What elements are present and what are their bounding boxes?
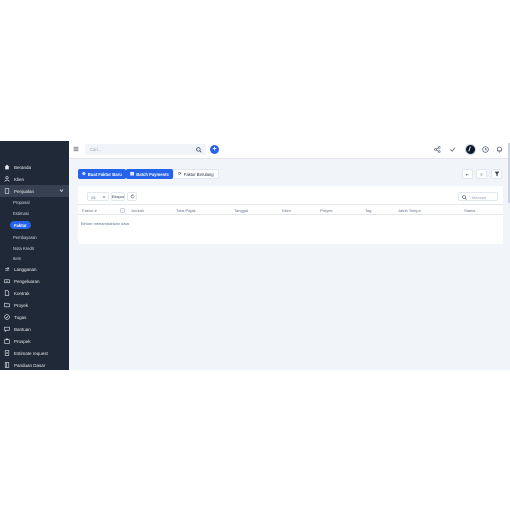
briefcase-icon [3,337,11,345]
sidebar-item-kontrak[interactable]: Kontrak [0,287,69,299]
sidebar-item-label: Kontrak [14,290,30,296]
sidebar: Beranda Klien Penjualan Proposal Estimas… [0,141,69,370]
sidebar-subitem-faktur[interactable]: Faktur [10,221,31,229]
refresh-icon [130,194,134,199]
check-circle-icon [3,313,11,321]
search-icon [462,194,467,200]
sidebar-item-label: Prospek [14,338,31,344]
sidebar-item-label: Panduan Dasar [14,362,46,368]
plus-circle-icon: ⊕ [82,171,86,176]
sidebar-subitem-item[interactable]: Item [13,254,21,263]
refresh-button[interactable] [127,192,137,201]
sidebar-item-bantuan[interactable]: Bantuan [0,323,69,335]
search-placeholder: Cari... [90,147,102,152]
column-header[interactable]: Proyek [320,208,332,213]
sidebar-item-label: Langganan [14,266,37,272]
new-invoice-button[interactable]: ⊕ Buat Faktur Baru [78,169,126,179]
sidebar-item-estimate-request[interactable]: Estimate request [0,347,69,359]
topbar: Cari... + [69,141,510,159]
column-header[interactable]: Klien [282,208,291,213]
sidebar-item-pengeluaran[interactable]: Pengeluaran [0,275,69,287]
bell-icon[interactable] [496,146,503,153]
sidebar-subitem-nota-kredit[interactable]: Nota Kredit [13,244,34,253]
new-invoice-label: Buat Faktur Baru [87,171,122,177]
table-search-placeholder: Mencari [472,195,487,200]
sidebar-item-label: Klien [14,176,25,182]
document-icon: ▤ [130,171,135,176]
recurring-invoice-button[interactable]: ⟳ Faktur Berulang [173,169,219,179]
sidebar-item-beranda[interactable]: Beranda [0,161,69,173]
sidebar-subitem-proposal[interactable]: Proposal [13,198,30,207]
table-search-input[interactable]: Mencari [458,192,498,201]
sidebar-item-label: Pengeluaran [14,278,40,284]
column-header[interactable]: Jumlah [131,208,144,213]
view-toggle-button[interactable]: ⇤ [462,169,473,179]
check-icon[interactable] [449,146,456,153]
clock-icon[interactable] [482,146,489,153]
column-header[interactable]: Jatuh Tempo [398,208,421,213]
sidebar-item-penjualan[interactable]: Penjualan [0,185,69,197]
column-header[interactable]: Tag [365,208,371,213]
sidebar-item-panduan-dasar[interactable]: Panduan Dasar [0,359,69,370]
column-header[interactable]: Tanggal [234,208,248,213]
empty-table-message: Belum menambahkan data [81,221,129,226]
sidebar-item-label: Penjualan [14,188,35,194]
document-icon [3,187,11,195]
sidebar-subitem-estimasi[interactable]: Estimasi [13,209,29,218]
search-input[interactable]: Cari... [85,144,206,155]
sidebar-item-proyek[interactable]: Proyek [0,299,69,311]
menu-icon[interactable] [73,146,79,152]
select-all-checkbox[interactable] [120,207,125,213]
sidebar-item-label: Proyek [14,302,29,308]
page-size-value: 25 [91,194,96,200]
sidebar-item-label: Beranda [14,164,32,170]
page-size-select[interactable]: 25 [87,192,109,201]
home-icon [3,163,11,171]
app-window: Beranda Klien Penjualan Proposal Estimas… [0,141,510,370]
file-icon [3,289,11,297]
column-header[interactable]: Total Pajak [176,208,196,213]
repeat-icon: ⟳ [178,171,182,176]
document-icon [3,349,11,357]
sidebar-item-label: Tugas [14,314,27,320]
money-icon [3,277,11,285]
export-button[interactable]: Ekspor [111,192,125,201]
chevron-down-icon [59,189,64,193]
batch-payments-button[interactable]: ▤ Batch Payments [126,169,173,179]
search-icon[interactable] [196,146,202,153]
user-icon [3,175,11,183]
share-icon[interactable] [434,146,441,153]
chevron-down-icon [102,196,106,199]
sidebar-item-label: Bantuan [14,326,31,332]
sidebar-subitem-pembayaran[interactable]: Pembayaran [13,233,37,242]
table-header: Faktur # Jumlah Total Pajak Tanggal Klie… [78,204,503,215]
repeat-icon [3,265,11,273]
filter-button[interactable] [491,169,502,179]
invoice-table-card: 25 Ekspor Mencari Faktur # Jumlah Total … [78,186,503,244]
chat-icon [3,325,11,333]
batch-payments-label: Batch Payments [136,171,169,177]
filter-icon [494,171,499,177]
avatar[interactable] [465,144,476,155]
column-header[interactable]: Status [464,208,475,213]
sidebar-item-label: Estimate request [14,350,48,356]
list-view-button[interactable]: ≡ [476,169,487,179]
recurring-invoice-label: Faktur Berulang [183,171,214,177]
sidebar-item-klien[interactable]: Klien [0,173,69,185]
sidebar-item-prospek[interactable]: Prospek [0,335,69,347]
book-icon [3,361,11,369]
sidebar-item-langganan[interactable]: Langganan [0,263,69,275]
column-header[interactable]: Faktur # [82,208,97,213]
quick-add-button[interactable]: + [210,145,219,154]
sidebar-item-tugas[interactable]: Tugas [0,311,69,323]
folder-icon [3,301,11,309]
